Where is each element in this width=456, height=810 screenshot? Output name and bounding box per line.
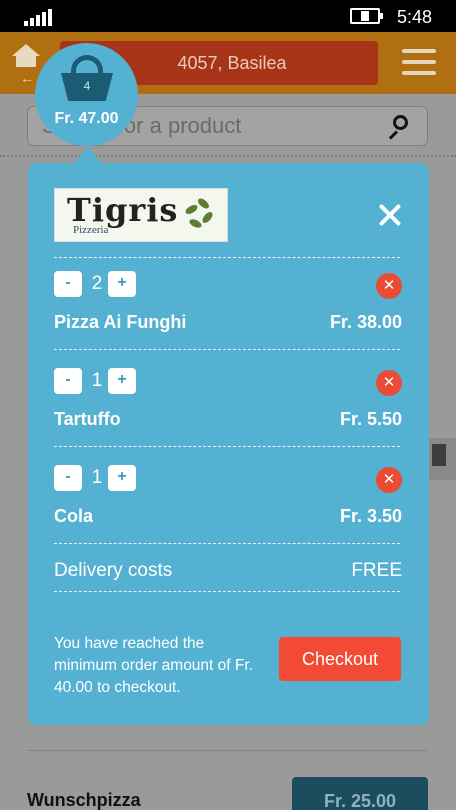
item-price: Fr. 3.50 — [339, 506, 402, 526]
cart-pointer — [74, 146, 102, 164]
cart-panel: Tigris Pizzeria - 2 + ✕ Pizza Ai Funghi … — [28, 163, 429, 725]
clock: 5:48 — [397, 7, 433, 27]
item-qty: 1 — [91, 467, 103, 488]
increase-qty-button[interactable]: + — [108, 465, 136, 491]
delivery-costs-label: Delivery costs — [54, 560, 173, 581]
minimum-order-message: You have reached the minimum order amoun… — [54, 635, 253, 696]
item-name: Tartuffo — [54, 409, 121, 429]
cart-item: - 1 + ✕ Cola Fr. 3.50 — [54, 465, 402, 535]
olive-branch-icon — [184, 196, 219, 234]
separator — [54, 591, 400, 592]
basket-icon: 4 — [61, 55, 113, 101]
item-price: Fr. 5.50 — [339, 409, 402, 429]
divider — [0, 155, 456, 157]
item-name: Cola — [54, 506, 94, 526]
search-icon[interactable] — [387, 115, 409, 140]
decrease-qty-button[interactable]: - — [54, 368, 82, 394]
side-tab[interactable] — [428, 438, 456, 480]
cart-total: Fr. 47.00 — [54, 110, 119, 127]
cart-item: - 2 + ✕ Pizza Ai Funghi Fr. 38.00 — [54, 271, 402, 341]
menu-item-price-button[interactable]: Fr. 25.00 — [292, 777, 428, 810]
separator — [54, 543, 400, 544]
close-icon[interactable] — [378, 203, 402, 227]
decrease-qty-button[interactable]: - — [54, 271, 82, 297]
status-bar: 5:48 — [0, 0, 456, 32]
restaurant-logo: Tigris Pizzeria — [54, 188, 228, 242]
delivery-costs-value: FREE — [351, 560, 402, 581]
remove-icon[interactable]: ✕ — [376, 370, 402, 396]
item-price: Fr. 38.00 — [329, 312, 402, 332]
item-qty: 1 — [91, 370, 103, 391]
decrease-qty-button[interactable]: - — [54, 465, 82, 491]
cart-count: 4 — [83, 79, 91, 93]
battery-charging-icon — [350, 8, 383, 24]
item-name: Pizza Ai Funghi — [54, 312, 187, 332]
increase-qty-button[interactable]: + — [108, 271, 136, 297]
back-arrow-icon: ← — [20, 70, 34, 86]
divider — [27, 750, 428, 751]
increase-qty-button[interactable]: + — [108, 368, 136, 394]
remove-icon[interactable]: ✕ — [376, 273, 402, 299]
separator — [54, 349, 400, 350]
hamburger-menu-icon[interactable] — [402, 49, 438, 77]
separator — [54, 446, 400, 447]
menu-item-name: Wunschpizza — [27, 790, 141, 810]
remove-icon[interactable]: ✕ — [376, 467, 402, 493]
separator — [54, 257, 400, 258]
cart-item: - 1 + ✕ Tartuffo Fr. 5.50 — [54, 368, 402, 438]
item-qty: 2 — [91, 273, 103, 294]
cart-summary-badge[interactable]: 4 Fr. 47.00 — [35, 43, 138, 146]
checkout-button[interactable]: Checkout — [279, 637, 401, 681]
signal-icon — [24, 8, 52, 26]
